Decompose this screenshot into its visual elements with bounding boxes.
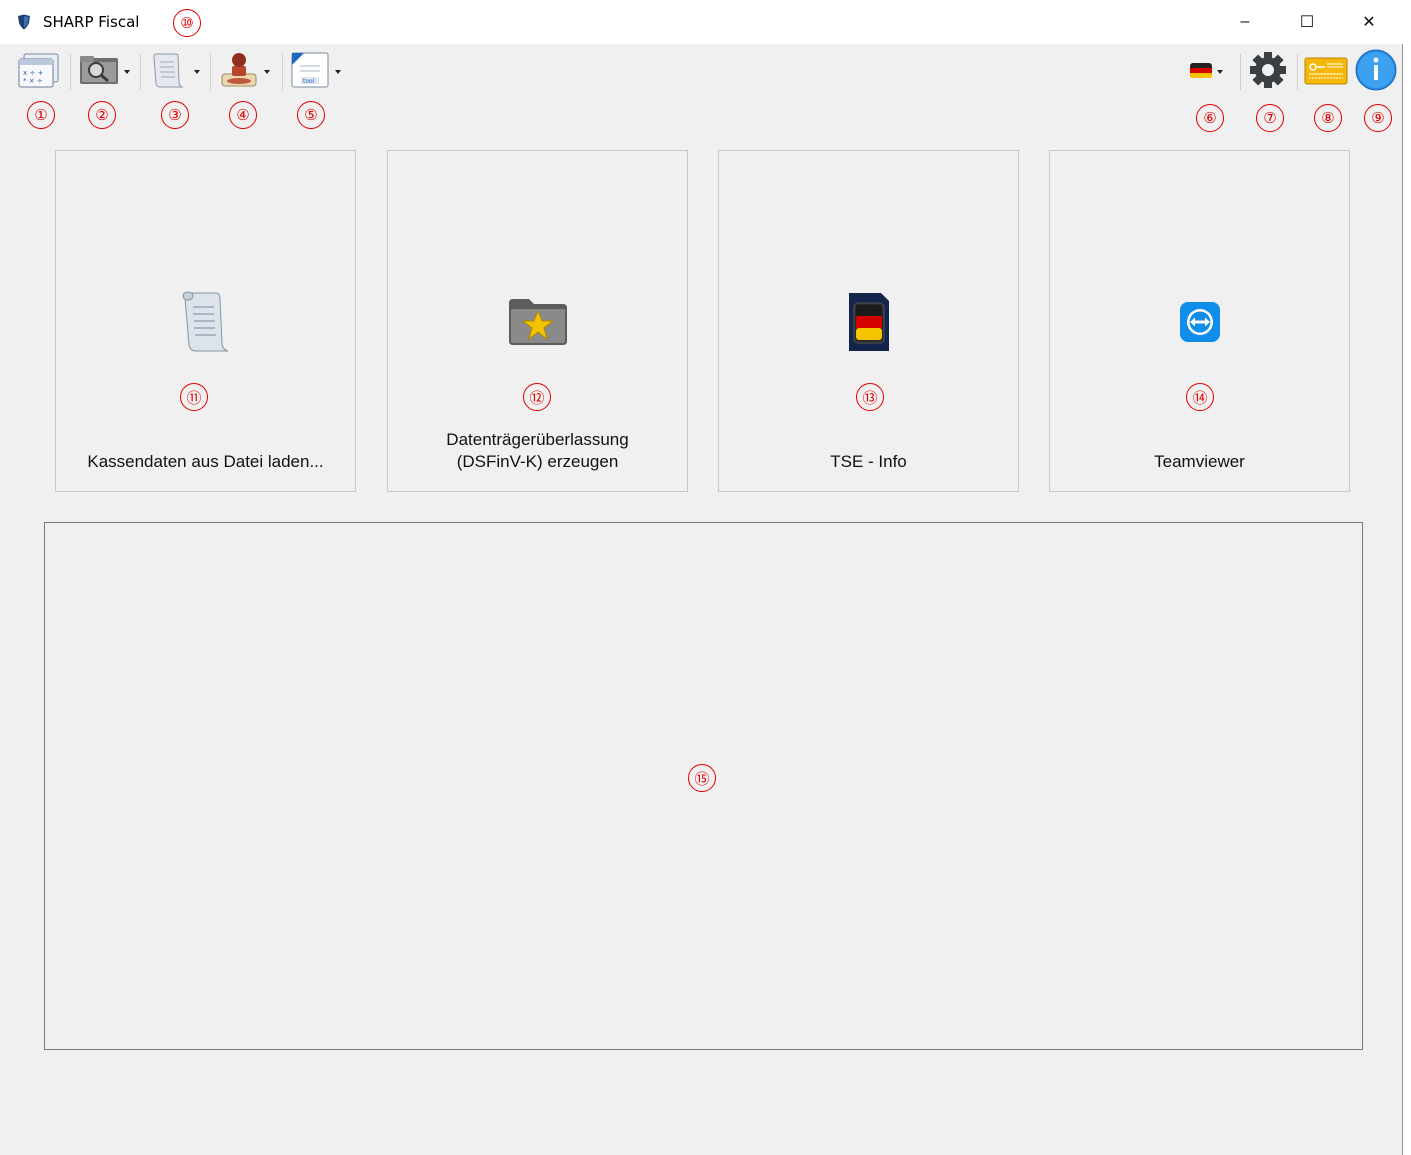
toolbar-separator (282, 54, 283, 90)
teamviewer-icon (1176, 289, 1224, 360)
maximize-button[interactable]: ☐ (1276, 0, 1338, 44)
annotation-marker-13: ⑬ (856, 383, 884, 411)
toolbar-separator (140, 54, 141, 90)
annotation-marker-2: ② (88, 101, 116, 129)
info-icon (1354, 48, 1400, 97)
settings-gear-icon (1246, 50, 1290, 95)
toolbar-separator (70, 54, 71, 90)
chevron-down-icon (124, 70, 130, 74)
annotation-marker-3: ③ (161, 101, 189, 129)
stamp-icon (218, 50, 260, 95)
tile-label: TSE - Info (830, 452, 907, 471)
annotation-marker-5: ⑤ (297, 101, 325, 129)
star-folder-icon (505, 289, 571, 354)
minimize-button[interactable]: – (1214, 0, 1276, 44)
annotation-marker-6: ⑥ (1196, 104, 1224, 132)
annotation-marker-14: ⑭ (1186, 383, 1214, 411)
app-window: SHARP Fiscal ⑩ – ☐ ✕ x ÷ + * × ÷ tool ① … (0, 0, 1403, 1155)
search-folder-icon (78, 50, 120, 95)
annotation-marker-8: ⑧ (1314, 104, 1342, 132)
tile-label: Datenträgerüberlassung (DSFinV-K) erzeug… (446, 430, 629, 471)
title-bar[interactable]: SHARP Fiscal ⑩ – ☐ ✕ (0, 0, 1403, 44)
tile-label: Teamviewer (1154, 452, 1245, 471)
chevron-down-icon (335, 70, 341, 74)
annotation-marker-7: ⑦ (1256, 104, 1284, 132)
toolbar-separator (1297, 54, 1298, 90)
chevron-down-icon (264, 70, 270, 74)
sharp-shield-icon (16, 14, 32, 30)
svg-text:x ÷ +: x ÷ + (23, 69, 43, 77)
tile-create-dsfinvk[interactable]: ⑫ Datenträgerüberlassung (DSFinV-K) erze… (387, 150, 688, 492)
tile-label: Kassendaten aus Datei laden... (87, 452, 324, 471)
toolbar-cash-register-button[interactable]: x ÷ + * × ÷ (17, 50, 63, 94)
tool-document-icon: tool (289, 50, 331, 95)
chevron-down-icon (1217, 70, 1223, 74)
cash-register-icon: x ÷ + * × ÷ (17, 50, 63, 95)
document-scroll-icon (174, 289, 238, 360)
sd-card-icon (841, 289, 897, 360)
toolbar-document-button[interactable] (148, 50, 200, 94)
toolbar-stamp-button[interactable] (218, 50, 270, 94)
annotation-marker-1: ① (27, 101, 55, 129)
toolbar-separator (210, 54, 211, 90)
toolbar-search-button[interactable] (78, 50, 130, 94)
tile-load-cash-data[interactable]: ⑪ Kassendaten aus Datei laden... (55, 150, 356, 492)
toolbar-license-button[interactable] (1303, 50, 1349, 94)
annotation-marker-15: ⑮ (688, 764, 716, 792)
chevron-down-icon (194, 70, 200, 74)
annotation-marker-11: ⑪ (180, 383, 208, 411)
minimize-icon: – (1240, 13, 1250, 30)
maximize-icon: ☐ (1299, 14, 1315, 31)
tile-tse-info[interactable]: ⑬ TSE - Info (718, 150, 1019, 492)
close-button[interactable]: ✕ (1338, 0, 1400, 44)
toolbar-separator (1240, 54, 1241, 90)
annotation-marker-4: ④ (229, 101, 257, 129)
svg-text:* × ÷: * × ÷ (23, 77, 43, 85)
annotation-marker-10: ⑩ (173, 9, 201, 37)
toolbar-language-button[interactable] (1189, 50, 1223, 94)
toolbar-settings-button[interactable] (1246, 50, 1290, 94)
annotation-marker-9: ⑨ (1364, 104, 1392, 132)
output-panel[interactable]: ⑮ (44, 522, 1363, 1050)
annotation-marker-12: ⑫ (523, 383, 551, 411)
license-key-icon (1303, 50, 1349, 95)
german-flag-icon (1189, 60, 1213, 85)
document-scroll-icon (148, 50, 190, 95)
toolbar-info-button[interactable] (1354, 48, 1400, 97)
tile-teamviewer[interactable]: ⑭ Teamviewer (1049, 150, 1350, 492)
window-title: SHARP Fiscal (43, 13, 140, 31)
close-icon: ✕ (1362, 14, 1376, 31)
toolbar-tool-button[interactable]: tool (289, 50, 341, 94)
svg-text:tool: tool (303, 78, 315, 85)
